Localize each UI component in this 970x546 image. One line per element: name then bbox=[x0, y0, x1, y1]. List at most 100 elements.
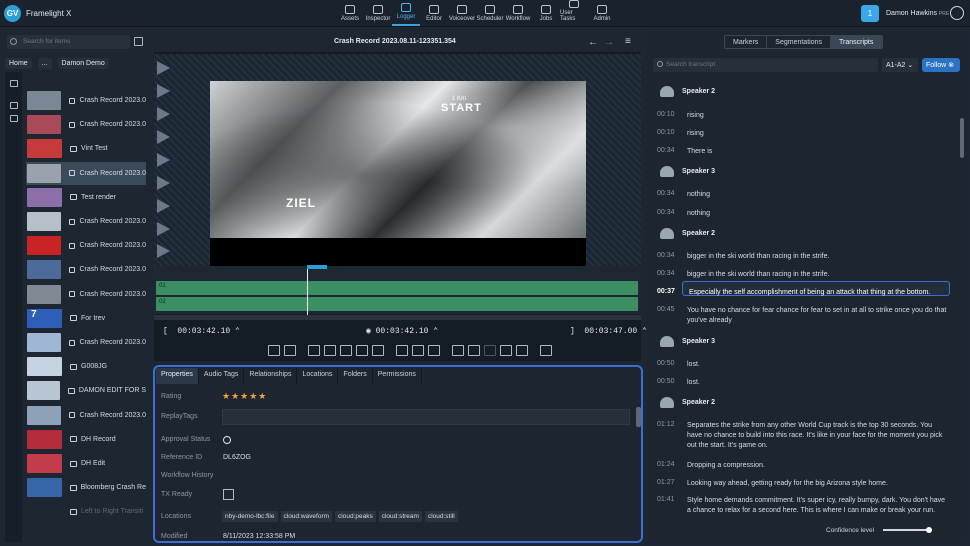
list-item[interactable]: DH Edit bbox=[26, 452, 146, 475]
transcript-row[interactable]: 01:41 Style home demands commitment. It's… bbox=[657, 496, 949, 516]
list-item[interactable]: Crash Record 2023.0 bbox=[26, 258, 146, 281]
cut-icon[interactable] bbox=[372, 345, 384, 356]
app-logo[interactable]: GV bbox=[4, 5, 21, 22]
properties-scrollbar[interactable] bbox=[636, 407, 641, 427]
save-icon[interactable] bbox=[134, 37, 143, 46]
notification-badge[interactable]: 1 bbox=[861, 5, 879, 22]
list-item[interactable]: Left to Right Transiti bbox=[26, 500, 146, 523]
transcript-row[interactable]: 00:37 Especially the self accomplishment … bbox=[657, 288, 951, 298]
eject-icon[interactable] bbox=[540, 345, 552, 356]
nav-workflow[interactable]: Workflow bbox=[504, 0, 532, 26]
tab-properties[interactable]: Properties bbox=[156, 368, 199, 384]
marker-arrow-icon[interactable] bbox=[157, 244, 170, 258]
list-item[interactable]: Crash Record 2023.0 bbox=[26, 113, 146, 136]
nav-user-tasks[interactable]: User Tasks bbox=[560, 0, 588, 26]
audio-track-1[interactable]: 01 bbox=[156, 281, 638, 295]
marker-arrow-icon[interactable] bbox=[157, 107, 170, 121]
audio-meter-icon[interactable] bbox=[396, 345, 408, 356]
mark-out-icon[interactable] bbox=[284, 345, 296, 356]
expand-icon[interactable] bbox=[10, 80, 18, 87]
current-timecode[interactable]: ◉ 00:03:42.10 ⌃ bbox=[366, 326, 438, 336]
list-item[interactable]: 7 For trev bbox=[26, 307, 146, 330]
list-item[interactable]: Crash Record 2023.0 bbox=[26, 89, 146, 112]
confidence-slider[interactable] bbox=[883, 529, 930, 531]
tab-locations[interactable]: Locations bbox=[297, 368, 339, 384]
tab-markers[interactable]: Markers bbox=[725, 36, 768, 48]
forward-arrow-icon[interactable]: → bbox=[604, 37, 614, 48]
list-item[interactable]: DH Record bbox=[26, 428, 146, 451]
playhead[interactable] bbox=[307, 266, 308, 316]
nav-inspector[interactable]: Inspector bbox=[364, 0, 392, 26]
marker-arrow-icon[interactable] bbox=[157, 130, 170, 144]
user-avatar-icon[interactable] bbox=[950, 6, 964, 20]
transcript-row[interactable]: 00:34 bigger in the ski world than racing… bbox=[657, 252, 949, 262]
loop-icon[interactable] bbox=[452, 345, 464, 356]
transcript-row[interactable]: 00:10 rising bbox=[657, 129, 949, 139]
image-icon[interactable] bbox=[10, 115, 18, 122]
replay-tags-input[interactable] bbox=[222, 409, 630, 425]
playhead-handle[interactable] bbox=[307, 265, 327, 269]
back-arrow-icon[interactable]: ← bbox=[588, 37, 598, 48]
transcript-row[interactable]: 00:34 nothing bbox=[657, 209, 949, 219]
fullscreen-icon[interactable] bbox=[500, 345, 512, 356]
layout-icon[interactable] bbox=[516, 345, 528, 356]
waveform-icon[interactable] bbox=[428, 345, 440, 356]
breadcrumb-ellipsis[interactable]: ... bbox=[37, 58, 52, 69]
transcript-row[interactable]: 01:27 Looking way ahead, getting ready fo… bbox=[657, 479, 949, 489]
go-in-icon[interactable] bbox=[340, 345, 352, 356]
marker-arrow-icon[interactable] bbox=[157, 176, 170, 190]
nav-admin[interactable]: Admin bbox=[588, 0, 616, 26]
audio-track-2[interactable]: 02 bbox=[156, 297, 638, 311]
transcript-row[interactable]: 00:45 You have no chance for fear chance … bbox=[657, 306, 949, 326]
confidence-slider-knob[interactable] bbox=[926, 527, 932, 533]
transcript-row[interactable]: 01:24 Dropping a compression. bbox=[657, 461, 949, 471]
transcript-row[interactable]: 00:34 bigger in the ski world than racing… bbox=[657, 270, 949, 280]
list-item[interactable]: Test render bbox=[26, 186, 146, 209]
export-frame-icon[interactable] bbox=[468, 345, 480, 356]
marker-arrow-icon[interactable] bbox=[157, 84, 170, 98]
nav-assets[interactable]: Assets bbox=[336, 0, 364, 26]
marker-arrow-icon[interactable] bbox=[157, 153, 170, 167]
folder-icon[interactable] bbox=[10, 102, 18, 109]
microphone-icon[interactable] bbox=[412, 345, 424, 356]
marker-arrow-icon[interactable] bbox=[157, 222, 170, 236]
tab-segmentations[interactable]: Segmentations bbox=[767, 36, 831, 48]
nav-jobs[interactable]: Jobs bbox=[532, 0, 560, 26]
subclip-icon[interactable] bbox=[324, 345, 336, 356]
rating-stars[interactable]: ★★★★★ bbox=[222, 391, 267, 402]
transcript-row[interactable]: 01:12 Separates the strike from any other… bbox=[657, 421, 949, 451]
tab-transcripts[interactable]: Transcripts bbox=[830, 36, 883, 48]
tab-permissions[interactable]: Permissions bbox=[373, 368, 422, 384]
transcript-row[interactable]: 00:50 lost. bbox=[657, 378, 949, 388]
breadcrumb-home[interactable]: Home bbox=[5, 58, 32, 69]
list-item[interactable]: Bloomberg Crash Re bbox=[26, 476, 146, 499]
list-item[interactable]: Crash Record 2023.0 bbox=[26, 404, 146, 427]
go-out-icon[interactable] bbox=[356, 345, 368, 356]
list-item[interactable]: Vint Test bbox=[26, 137, 146, 160]
list-item[interactable]: Crash Record 2023.0 bbox=[26, 283, 146, 306]
follow-button[interactable]: Follow ⊗ bbox=[922, 58, 960, 72]
menu-icon[interactable]: ≡ bbox=[625, 36, 631, 47]
transcript-row[interactable]: 00:34 There is bbox=[657, 147, 949, 157]
nav-logger[interactable]: Logger bbox=[392, 0, 420, 26]
transcript-row[interactable]: 00:50 lost. bbox=[657, 360, 949, 370]
list-item[interactable]: Crash Record 2023.0 bbox=[26, 331, 146, 354]
list-item[interactable]: G008JG bbox=[26, 355, 146, 378]
list-item[interactable]: Crash Record 2023.0 bbox=[26, 210, 146, 233]
out-timecode[interactable]: ] 00:03:47.00 ⌃ bbox=[570, 326, 647, 336]
marker-arrow-icon[interactable] bbox=[157, 61, 170, 75]
tab-relationships[interactable]: Relationships bbox=[244, 368, 298, 384]
list-item[interactable]: Crash Record 2023.0 bbox=[26, 234, 146, 257]
mark-in-icon[interactable] bbox=[268, 345, 280, 356]
breadcrumb-current[interactable]: Damon Demo bbox=[57, 58, 109, 69]
tab-folders[interactable]: Folders bbox=[338, 368, 373, 384]
tab-audio-tags[interactable]: Audio Tags bbox=[199, 368, 245, 384]
list-item[interactable]: DAMON EDIT FOR S bbox=[26, 379, 146, 402]
approval-status-radio[interactable] bbox=[223, 436, 231, 444]
nav-scheduler[interactable]: Scheduler bbox=[476, 0, 504, 26]
user-name[interactable]: Damon Hawkins PRE bbox=[886, 10, 949, 17]
timeline-scrollbar[interactable] bbox=[154, 315, 641, 320]
clear-marks-icon[interactable] bbox=[308, 345, 320, 356]
tx-ready-checkbox[interactable] bbox=[223, 489, 234, 500]
transcript-scrollbar[interactable] bbox=[960, 118, 964, 158]
